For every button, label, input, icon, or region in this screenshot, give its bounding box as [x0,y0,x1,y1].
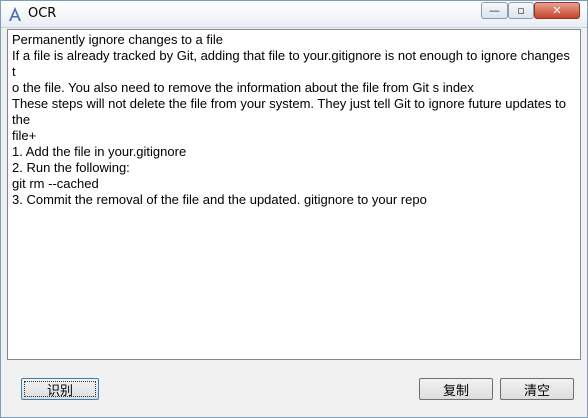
window-title: OCR [28,6,57,21]
text-line: Permanently ignore changes to a file [12,32,224,47]
ocr-window: OCR — ▫ ✕ Permanently ignore changes to … [0,0,588,418]
text-line: t [12,64,16,79]
close-button[interactable]: ✕ [534,2,580,19]
recognize-button[interactable]: 识别 [21,378,99,400]
clear-button[interactable]: 清空 [500,378,574,400]
text-line: git rm --cached [12,176,99,191]
title-bar[interactable]: OCR — ▫ ✕ [1,1,587,28]
text-line: 1. Add the file in your.gitignore [12,144,187,159]
ocr-app-icon [7,6,23,22]
text-line: 2. Run the following: [12,160,130,175]
text-line: o the file. You also need to remove the … [12,80,474,95]
ocr-result-textarea[interactable]: Permanently ignore changes to a file If … [7,29,581,360]
maximize-button[interactable]: ▫ [508,2,534,19]
minimize-button[interactable]: — [481,2,508,19]
text-line: If a file is already tracked by Git, add… [12,48,570,63]
text-line: the [12,112,31,127]
copy-button[interactable]: 复制 [419,378,493,400]
text-line: file+ [12,128,37,143]
text-line: These steps will not delete the file fro… [12,96,566,111]
button-bar: 识别 复制 清空 [1,363,587,417]
text-line: 3. Commit the removal of the file and th… [12,192,427,207]
